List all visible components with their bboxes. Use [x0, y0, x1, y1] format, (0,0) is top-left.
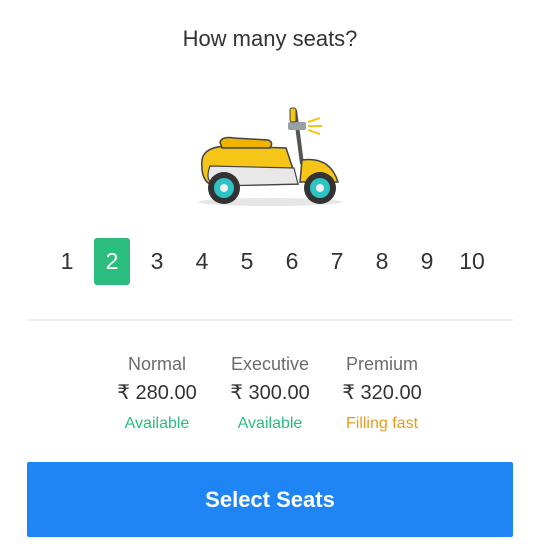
- seat-option-3[interactable]: 3: [139, 238, 175, 285]
- seat-option-4[interactable]: 4: [184, 238, 220, 285]
- seat-option-7[interactable]: 7: [319, 238, 355, 285]
- seat-option-5[interactable]: 5: [229, 238, 265, 285]
- tier-premium: Premium ₹ 320.00 Filling fast: [322, 354, 442, 433]
- seat-option-1[interactable]: 1: [49, 238, 85, 285]
- tier-status: Filling fast: [345, 415, 419, 432]
- tier-price: ₹ 300.00: [230, 382, 310, 404]
- tier-name: Executive: [230, 354, 310, 374]
- select-seats-button[interactable]: Select Seats: [27, 462, 513, 537]
- scooter-icon: [198, 107, 342, 206]
- seat-option-2[interactable]: 2: [94, 238, 130, 285]
- tier-price: ₹ 280.00: [117, 382, 197, 404]
- tier-status: Available: [124, 415, 190, 432]
- divider: [27, 319, 513, 321]
- seat-option-9[interactable]: 9: [409, 238, 445, 285]
- tier-name: Normal: [127, 354, 186, 374]
- tier-normal: Normal ₹ 280.00 Available: [97, 354, 217, 433]
- seat-option-8[interactable]: 8: [364, 238, 400, 285]
- page-title: How many seats?: [182, 26, 358, 51]
- tier-price: ₹ 320.00: [342, 382, 422, 404]
- tier-name: Premium: [345, 354, 418, 374]
- seat-option-6[interactable]: 6: [274, 238, 310, 285]
- tier-executive: Executive ₹ 300.00 Available: [210, 354, 330, 433]
- seat-count-selector: 1 2 3 4 5 6 7 8 9 10: [44, 238, 496, 285]
- tier-status: Available: [237, 415, 303, 432]
- seat-option-10[interactable]: 10: [454, 238, 490, 285]
